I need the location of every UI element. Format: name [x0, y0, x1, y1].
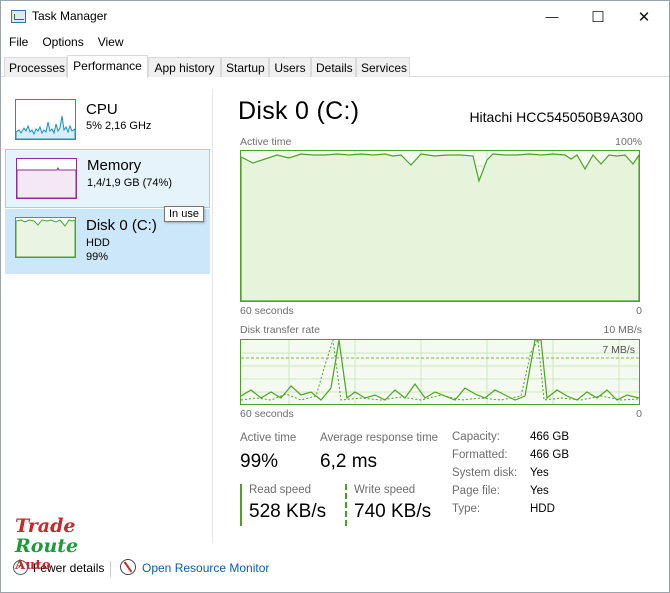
trade-route-watermark-logo: Trade Route Auto [15, 516, 85, 578]
cpu-thumbnail-graph [15, 99, 76, 140]
maximize-icon: ☐ [591, 8, 605, 26]
property-key: Capacity: [452, 431, 500, 443]
tab-app-history[interactable]: App history [148, 57, 221, 77]
minimize-button[interactable]: — [529, 1, 575, 32]
disk-detail-panel: Disk 0 (C:) Hitachi HCC545050B9A300 Acti… [238, 89, 658, 539]
write-speed-label: Write speed [354, 484, 416, 496]
menu-bar: File Options View [1, 33, 669, 53]
transfer-rate-graph-label: Disk transfer rate [240, 324, 320, 336]
read-speed-indicator [240, 484, 242, 526]
resource-monitor-icon[interactable] [120, 559, 136, 575]
window-title: Task Manager [32, 9, 108, 23]
tab-startup[interactable]: Startup [221, 57, 269, 77]
transfer-rate-graph: 7 MB/s [240, 339, 640, 405]
footer-divider [110, 561, 111, 577]
property-row-page-file: Page file: Yes [452, 485, 652, 501]
menu-file[interactable]: File [1, 33, 35, 53]
property-value: Yes [530, 485, 549, 497]
transfer-rate-graph-mid: 7 MB/s [602, 344, 635, 356]
disk-thumbnail-graph [15, 217, 76, 258]
in-use-tooltip: In use [164, 206, 204, 222]
write-speed-indicator [345, 484, 347, 526]
close-icon: ✕ [637, 8, 651, 26]
transfer-rate-graph-duration: 60 seconds [240, 408, 294, 420]
property-row-system-disk: System disk: Yes [452, 467, 652, 483]
minimize-icon: — [545, 9, 559, 24]
menu-view[interactable]: View [91, 33, 131, 53]
property-key: System disk: [452, 467, 518, 479]
property-row-formatted: Formatted: 466 GB [452, 449, 652, 465]
response-time-stat-value: 6,2 ms [320, 451, 378, 472]
memory-title: Memory [87, 157, 142, 174]
read-speed-value: 528 KB/s [249, 501, 327, 522]
memory-thumbnail-graph [16, 158, 77, 199]
memory-subtitle: 1,4/1,9 GB (74%) [87, 177, 172, 189]
disk-model: Hitachi HCC545050B9A300 [469, 109, 643, 125]
property-value: HDD [530, 503, 555, 515]
watermark-line-1: Trade [15, 515, 76, 537]
cpu-subtitle: 5% 2,16 GHz [86, 120, 152, 132]
write-speed-value: 740 KB/s [354, 501, 432, 522]
property-key: Type: [452, 503, 481, 515]
cpu-title: CPU [86, 101, 118, 118]
watermark-line-2: Route [15, 535, 79, 557]
page-title: Disk 0 (C:) [238, 97, 360, 125]
transfer-rate-graph-min: 0 [636, 408, 642, 420]
task-manager-window: Task Manager — ☐ ✕ File Options View Pro… [0, 0, 670, 593]
watermark-line-3: Auto [15, 558, 52, 573]
active-time-graph-duration: 60 seconds [240, 305, 294, 317]
tab-processes[interactable]: Processes [4, 57, 67, 77]
active-time-graph-label: Active time [240, 136, 292, 148]
active-time-graph-max: 100% [615, 136, 642, 148]
task-manager-icon [11, 10, 26, 23]
property-value: 466 GB [530, 449, 569, 461]
transfer-rate-graph-max: 10 MB/s [603, 324, 642, 336]
tab-details[interactable]: Details [311, 57, 356, 77]
property-key: Page file: [452, 485, 500, 497]
footer-bar: ^ Fewer details Open Resource Monitor [1, 556, 669, 582]
active-time-graph-min: 0 [636, 305, 642, 317]
active-time-stat-label: Active time [240, 432, 297, 444]
open-resource-monitor-link[interactable]: Open Resource Monitor [142, 561, 269, 575]
disk-type: HDD [86, 237, 110, 249]
tab-bar: Processes Performance App history Startu… [1, 55, 669, 78]
disk-title: Disk 0 (C:) [86, 217, 157, 234]
response-time-stat-label: Average response time [320, 432, 439, 444]
maximize-button[interactable]: ☐ [575, 1, 621, 32]
title-bar: Task Manager — ☐ ✕ [1, 1, 669, 32]
active-time-graph [240, 150, 640, 302]
property-key: Formatted: [452, 449, 508, 461]
property-value: 466 GB [530, 431, 569, 443]
read-speed-label: Read speed [249, 484, 312, 496]
close-button[interactable]: ✕ [621, 1, 667, 32]
tab-performance[interactable]: Performance [67, 55, 148, 78]
tab-users[interactable]: Users [269, 57, 311, 77]
property-value: Yes [530, 467, 549, 479]
tab-services[interactable]: Services [356, 57, 410, 77]
performance-sidebar: CPU 5% 2,16 GHz Memory 1,4/1,9 GB (74%) … [5, 89, 213, 543]
sidebar-item-memory[interactable]: Memory 1,4/1,9 GB (74%) [5, 149, 210, 208]
property-row-type: Type: HDD [452, 503, 652, 519]
menu-options[interactable]: Options [35, 33, 90, 53]
property-row-capacity: Capacity: 466 GB [452, 431, 652, 447]
sidebar-item-cpu[interactable]: CPU 5% 2,16 GHz [5, 93, 210, 153]
disk-usage: 99% [86, 251, 109, 263]
active-time-stat-value: 99% [240, 451, 279, 472]
